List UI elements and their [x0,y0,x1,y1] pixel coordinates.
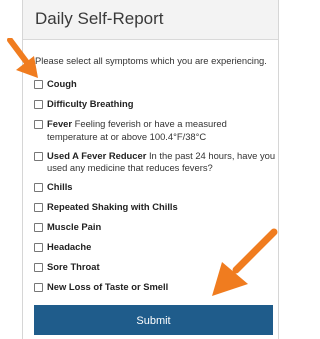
symptom-label: Difficulty Breathing [47,98,134,109]
symptom-description: Feeling feverish or have a measured temp… [47,118,227,142]
instructions-text: Please select all symptoms which you are… [35,55,267,66]
checkbox-headache[interactable] [34,243,43,252]
symptom-label: Repeated Shaking with Chills [47,201,178,212]
symptom-item-chills[interactable]: Chills [34,181,276,194]
checkbox-cough[interactable] [34,80,43,89]
checkbox-loss-taste-smell[interactable] [34,283,43,292]
symptom-item-fever-reducer[interactable]: Used A Fever Reducer In the past 24 hour… [34,150,276,175]
checkbox-fever[interactable] [34,120,43,129]
symptom-item-fever[interactable]: Fever Feeling feverish or have a measure… [34,118,276,143]
checkbox-fever-reducer[interactable] [34,151,43,161]
symptom-label: Chills [47,181,73,192]
symptom-label: Muscle Pain [47,221,102,232]
checkbox-muscle-pain[interactable] [34,223,43,232]
arrow-top-left-icon [7,38,38,78]
card-header: Daily Self-Report [23,0,278,40]
symptom-item-repeated-shaking[interactable]: Repeated Shaking with Chills [34,201,276,214]
checkbox-repeated-shaking[interactable] [34,203,43,212]
symptom-label: New Loss of Taste or Smell [47,281,169,292]
arrow-bottom-right-icon [212,228,278,296]
symptom-item-difficulty-breathing[interactable]: Difficulty Breathing [34,98,276,111]
symptom-label: Headache [47,241,92,252]
checkbox-difficulty-breathing[interactable] [34,100,43,109]
submit-button[interactable]: Submit [34,305,273,335]
symptom-label: Sore Throat [47,261,100,272]
symptom-item-cough[interactable]: Cough [34,78,276,91]
symptom-label: Used A Fever Reducer [47,149,147,161]
symptom-label: Fever [47,118,73,129]
checkbox-chills[interactable] [34,183,43,192]
symptom-label: Cough [47,78,77,89]
page-title: Daily Self-Report [35,9,164,28]
checkbox-sore-throat[interactable] [34,263,43,272]
